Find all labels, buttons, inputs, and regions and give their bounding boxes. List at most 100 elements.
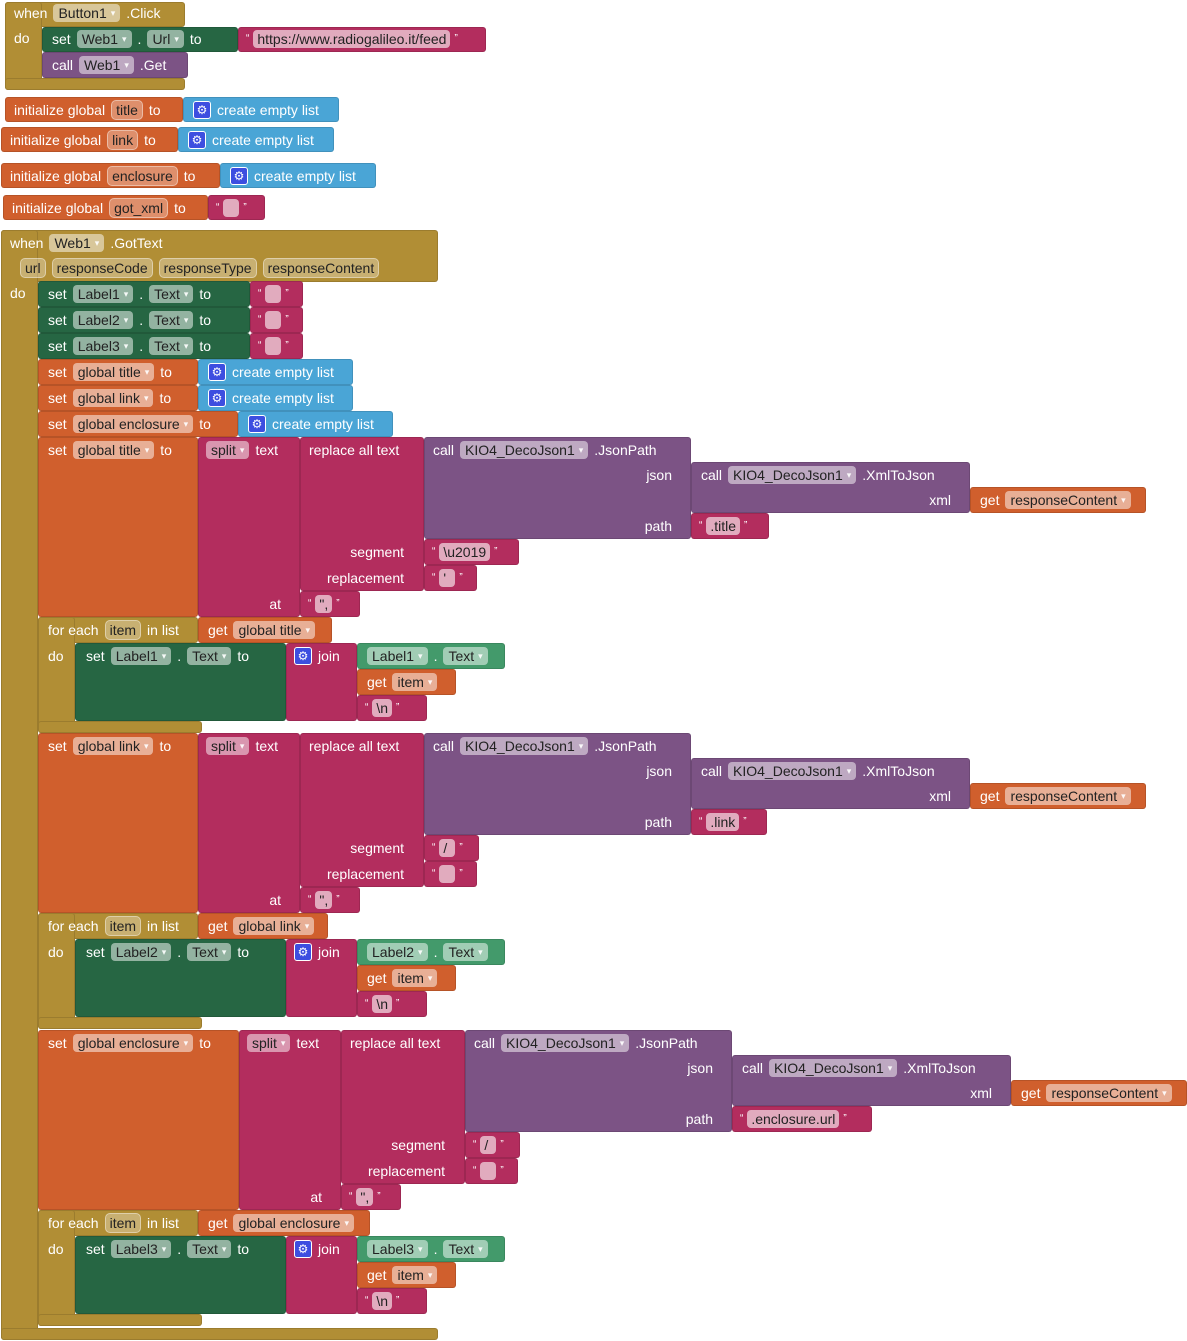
dropdown-field[interactable]: global title ▾ xyxy=(72,441,155,459)
dropdown-field[interactable]: Text ▾ xyxy=(187,1240,232,1258)
dropdown-field[interactable]: global link ▾ xyxy=(233,917,315,935)
dropdown-field[interactable]: KIO4_DecoJson1 ▾ xyxy=(460,737,589,755)
text-string-field[interactable]: “” xyxy=(258,310,289,330)
dropdown-field[interactable]: global enclosure ▾ xyxy=(233,1214,354,1232)
dropdown-field[interactable]: KIO4_DecoJson1 ▾ xyxy=(728,466,857,484)
dropdown-field[interactable]: global enclosure ▾ xyxy=(72,415,194,433)
dropdown-field[interactable]: Url ▾ xyxy=(147,30,184,48)
dropdown-field[interactable]: Text ▾ xyxy=(443,647,488,665)
dropdown-field[interactable]: split ▾ xyxy=(247,1034,291,1052)
text-string-field[interactable]: “/” xyxy=(473,1135,504,1155)
dropdown-field[interactable]: Label1 ▾ xyxy=(367,647,428,665)
text-string-field[interactable]: “.link” xyxy=(699,812,747,832)
dropdown-field[interactable]: Web1 ▾ xyxy=(49,234,105,252)
text-string-field[interactable]: “/” xyxy=(432,838,463,858)
dropdown-field[interactable]: global title ▾ xyxy=(72,363,155,381)
text-string-field[interactable]: “",” xyxy=(308,890,340,910)
variable-name-field[interactable]: link xyxy=(107,130,139,150)
blocks-workspace[interactable]: when Button1 ▾ .Click do set Web1 ▾. Url ▾ to “http… xyxy=(0,0,1187,1341)
mutator-gear-icon[interactable]: ⚙ xyxy=(208,389,226,407)
text-string-field[interactable]: “'” xyxy=(432,568,463,588)
dropdown-field[interactable]: Label3 ▾ xyxy=(367,1240,428,1258)
text-string-field[interactable]: “\n” xyxy=(365,994,399,1014)
dropdown-field[interactable]: split ▾ xyxy=(206,441,250,459)
dropdown-field[interactable]: responseContent ▾ xyxy=(1046,1084,1172,1102)
variable-name-field[interactable]: got_xml xyxy=(109,198,169,218)
text-string-field[interactable]: “https://www.radiogalileo.it/feed” xyxy=(246,29,458,49)
dropdown-field[interactable]: Web1 ▾ xyxy=(76,30,132,48)
dropdown-field[interactable]: Label1 ▾ xyxy=(72,285,134,303)
dropdown-field[interactable]: Text ▾ xyxy=(443,1240,488,1258)
for-each-loop[interactable] xyxy=(38,1017,202,1029)
mutator-gear-icon[interactable]: ⚙ xyxy=(193,101,211,119)
mutator-gear-icon[interactable]: ⚙ xyxy=(208,363,226,381)
variable-name-field[interactable]: responseType xyxy=(158,258,257,278)
dropdown-field[interactable]: KIO4_DecoJson1 ▾ xyxy=(460,441,589,459)
event-web1-gottext[interactable] xyxy=(1,1328,438,1340)
split-text-block[interactable] xyxy=(198,733,300,913)
split-text-block[interactable] xyxy=(198,437,300,617)
variable-name-field[interactable]: item xyxy=(104,916,142,936)
dropdown-field[interactable]: KIO4_DecoJson1 ▾ xyxy=(728,762,857,780)
variable-name-field[interactable]: title xyxy=(111,100,143,120)
dropdown-field[interactable]: responseContent ▾ xyxy=(1005,491,1131,509)
variable-name-field[interactable]: enclosure xyxy=(107,166,178,186)
text-string-field[interactable]: “\u2019” xyxy=(432,542,498,562)
set-global-split[interactable] xyxy=(38,1030,239,1210)
dropdown-field[interactable]: Text ▾ xyxy=(187,943,232,961)
split-text-block[interactable] xyxy=(239,1030,341,1210)
dropdown-field[interactable]: Label2 ▾ xyxy=(72,311,134,329)
dropdown-field[interactable]: Text ▾ xyxy=(149,285,194,303)
mutator-gear-icon[interactable]: ⚙ xyxy=(188,131,206,149)
dropdown-field[interactable]: global link ▾ xyxy=(72,737,154,755)
text-string-field[interactable]: “\n” xyxy=(365,698,399,718)
dropdown-field[interactable]: global title ▾ xyxy=(233,621,316,639)
dropdown-field[interactable]: Label1 ▾ xyxy=(110,647,172,665)
mutator-gear-icon[interactable]: ⚙ xyxy=(294,943,312,961)
dropdown-field[interactable]: Label3 ▾ xyxy=(72,337,134,355)
dropdown-field[interactable]: KIO4_DecoJson1 ▾ xyxy=(501,1034,630,1052)
dropdown-field[interactable]: item ▾ xyxy=(392,969,438,987)
text-string-field[interactable]: “.enclosure.url” xyxy=(740,1109,847,1129)
dropdown-field[interactable]: Label2 ▾ xyxy=(110,943,172,961)
variable-name-field[interactable]: item xyxy=(104,1213,142,1233)
mutator-gear-icon[interactable]: ⚙ xyxy=(248,415,266,433)
set-global-split[interactable] xyxy=(38,733,198,913)
dropdown-field[interactable]: Text ▾ xyxy=(187,647,232,665)
text-string-field[interactable]: “” xyxy=(258,336,289,356)
mutator-gear-icon[interactable]: ⚙ xyxy=(294,1240,312,1258)
dropdown-field[interactable]: responseContent ▾ xyxy=(1005,787,1131,805)
text-string-field[interactable]: “” xyxy=(258,284,289,304)
mutator-gear-icon[interactable]: ⚙ xyxy=(294,647,312,665)
event-button1-click[interactable] xyxy=(5,78,185,90)
dropdown-field[interactable]: Text ▾ xyxy=(149,311,194,329)
text-string-field[interactable]: “” xyxy=(432,864,463,884)
dropdown-field[interactable]: KIO4_DecoJson1 ▾ xyxy=(769,1059,898,1077)
set-global-split[interactable] xyxy=(38,437,198,617)
text-string-field[interactable]: “.title” xyxy=(699,516,747,536)
dropdown-field[interactable]: Label2 ▾ xyxy=(367,943,428,961)
dropdown-field[interactable]: Label3 ▾ xyxy=(110,1240,172,1258)
for-each-loop[interactable] xyxy=(38,1314,202,1326)
dropdown-field[interactable]: global link ▾ xyxy=(72,389,154,407)
variable-name-field[interactable]: responseCode xyxy=(51,258,153,278)
variable-name-field[interactable]: responseContent xyxy=(262,258,380,278)
for-each-loop[interactable] xyxy=(38,721,202,733)
variable-name-field[interactable]: url xyxy=(20,258,46,278)
dropdown-field[interactable]: Web1 ▾ xyxy=(79,56,134,74)
text-string-field[interactable]: “",” xyxy=(349,1187,381,1207)
mutator-gear-icon[interactable]: ⚙ xyxy=(230,167,248,185)
dropdown-field[interactable]: Text ▾ xyxy=(443,943,488,961)
dropdown-field[interactable]: split ▾ xyxy=(206,737,250,755)
dropdown-field[interactable]: item ▾ xyxy=(392,1266,438,1284)
text-string-field[interactable]: “",” xyxy=(308,594,340,614)
text-string-field[interactable]: “\n” xyxy=(365,1291,399,1311)
dropdown-field[interactable]: Text ▾ xyxy=(149,337,194,355)
text-string-field[interactable]: “” xyxy=(473,1161,504,1181)
text-string-field[interactable]: “” xyxy=(216,198,247,218)
event-web1-gottext[interactable] xyxy=(1,230,38,1340)
variable-name-field[interactable]: item xyxy=(104,620,142,640)
dropdown-field[interactable]: Button1 ▾ xyxy=(53,4,121,22)
dropdown-field[interactable]: item ▾ xyxy=(392,673,438,691)
dropdown-field[interactable]: global enclosure ▾ xyxy=(72,1034,194,1052)
